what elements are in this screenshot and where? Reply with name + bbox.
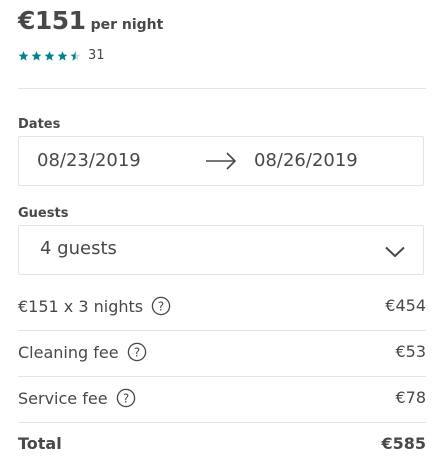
review-count: 31 — [88, 48, 105, 63]
svg-text:?: ? — [122, 391, 128, 405]
per-night-label: per night — [90, 17, 164, 33]
nightly-price: €151 — [18, 6, 86, 35]
cleaning-fee-row: Cleaning fee ? €53 — [18, 342, 426, 366]
guests-dropdown[interactable]: 4 guests — [18, 225, 424, 275]
question-circle-icon[interactable]: ? — [151, 296, 171, 316]
total-label: Total — [18, 434, 62, 453]
guests-value: 4 guests — [40, 238, 117, 259]
svg-text:?: ? — [133, 345, 139, 359]
divider — [18, 88, 426, 89]
svg-text:?: ? — [158, 299, 164, 313]
question-circle-icon[interactable]: ? — [127, 342, 147, 362]
nightly-rate-row: €151 x 3 nights ? €454 — [18, 296, 426, 320]
arrow-right-icon — [205, 151, 237, 175]
price-header: €151 per night — [18, 6, 163, 35]
total-row: Total €585 — [18, 434, 426, 458]
chevron-down-icon — [385, 243, 405, 262]
guests-label: Guests — [18, 206, 69, 221]
nightly-rate-label: €151 x 3 nights — [18, 296, 144, 316]
total-amount: €585 — [381, 434, 426, 453]
dates-label: Dates — [18, 117, 61, 132]
divider — [18, 422, 426, 423]
cleaning-fee-label: Cleaning fee — [18, 342, 119, 362]
divider — [18, 330, 426, 331]
service-fee-label: Service fee — [18, 388, 108, 408]
stars-icon — [18, 50, 81, 61]
check-out-date[interactable]: 08/26/2019 — [254, 150, 358, 171]
rating-row[interactable]: 31 — [18, 48, 105, 63]
divider — [18, 376, 426, 377]
cleaning-fee-amount: €53 — [395, 342, 426, 361]
nightly-rate-amount: €454 — [385, 296, 426, 315]
check-in-date[interactable]: 08/23/2019 — [37, 150, 141, 171]
question-circle-icon[interactable]: ? — [116, 388, 136, 408]
service-fee-row: Service fee ? €78 — [18, 388, 426, 412]
service-fee-amount: €78 — [395, 388, 426, 407]
date-range-picker[interactable]: 08/23/2019 08/26/2019 — [18, 136, 424, 186]
star-rating — [18, 50, 82, 62]
